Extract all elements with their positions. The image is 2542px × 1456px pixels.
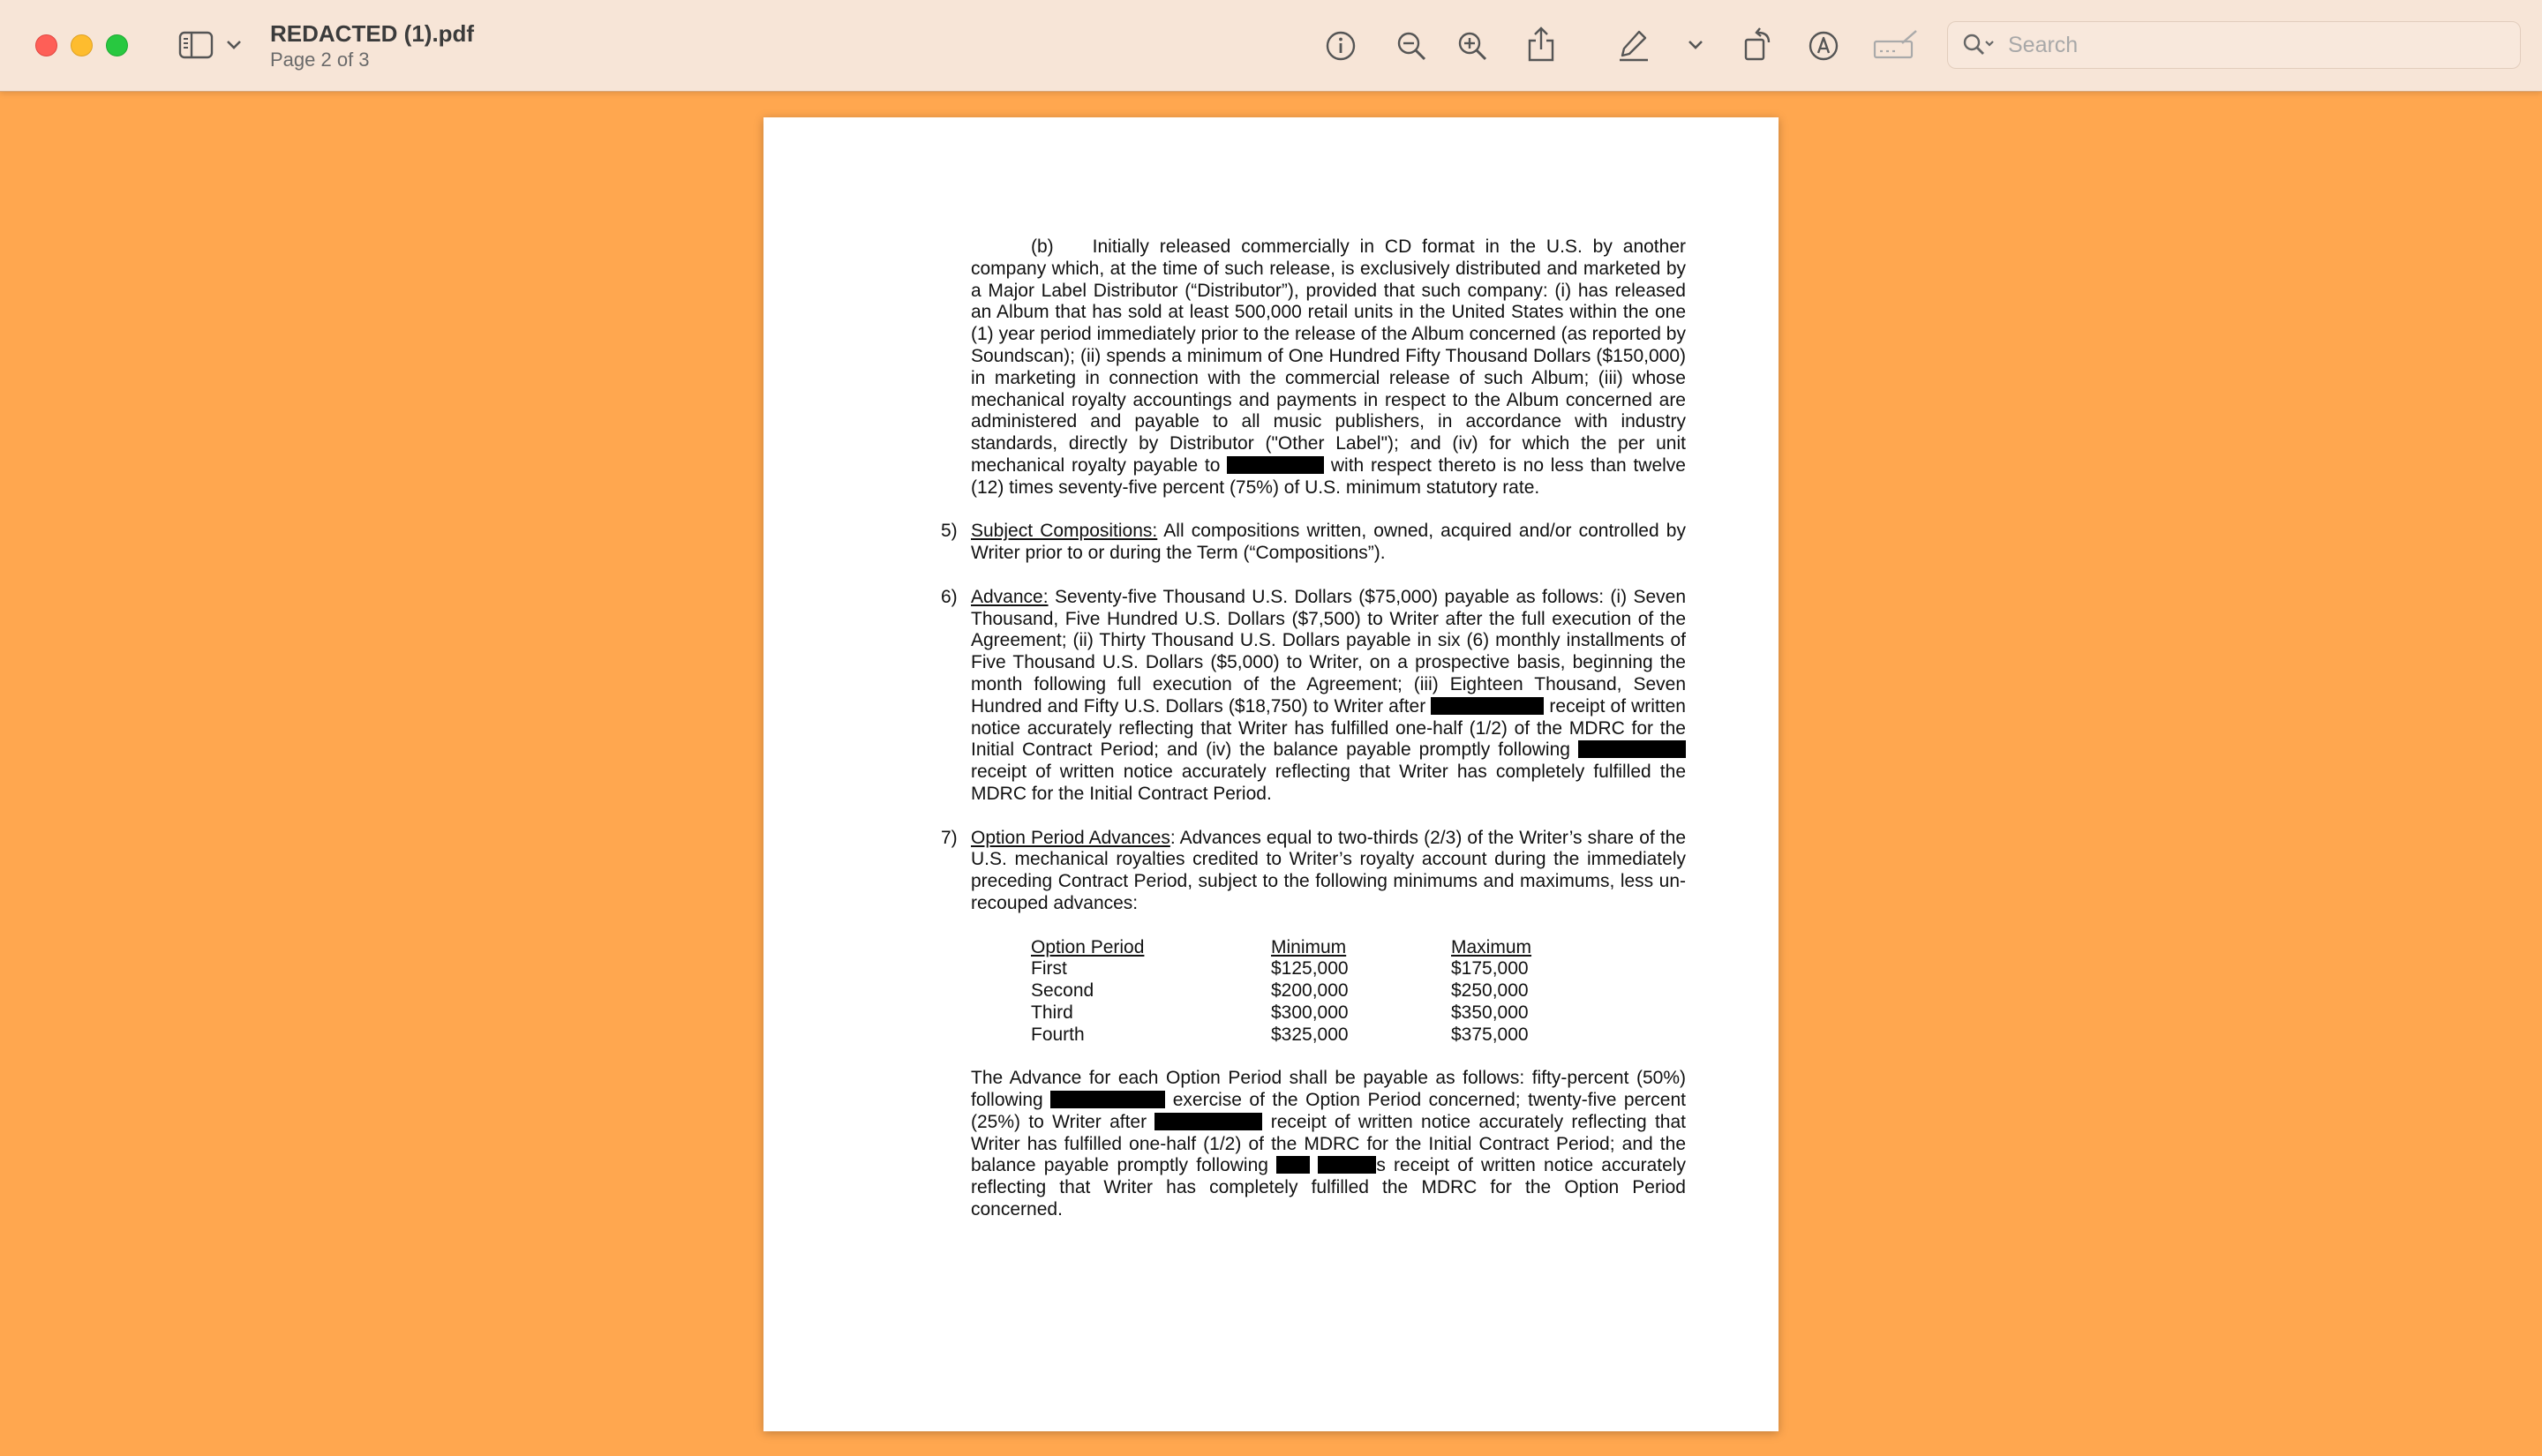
toolbar: REDACTED (1).pdf Page 2 of 3 [0, 0, 2542, 92]
highlighter-icon[interactable] [1615, 26, 1652, 64]
paragraph-b: (b) Initially released commercially in CD… [971, 236, 1686, 498]
section-6: 6) Advance: Seventy-five Thousand U.S. Do… [941, 586, 1686, 804]
redaction-box [1578, 740, 1686, 759]
sidebar-icon[interactable] [177, 28, 215, 62]
table-row: Fourth $325,000 $375,000 [1031, 1024, 1529, 1045]
section-7: 7) Option Period Advances: Advances equal… [941, 827, 1687, 913]
section-5: 5) Subject Compositions: All compositions… [941, 521, 1686, 564]
section-heading: Option Period Advances [971, 827, 1170, 848]
redaction-box [1431, 696, 1545, 715]
section-heading: Advance: [971, 586, 1049, 607]
table-row: First $125,000 $175,000 [1031, 958, 1529, 979]
markup-icon[interactable] [1806, 28, 1841, 64]
chevron-down-icon[interactable] [1686, 35, 1705, 55]
signature-icon[interactable] [1871, 26, 1921, 64]
zoom-out-icon[interactable] [1394, 28, 1429, 64]
option-period-table: Option Period Minimum Maximum First $125… [1031, 937, 1583, 1047]
search-input[interactable] [2006, 31, 2504, 59]
chevron-down-icon[interactable] [224, 35, 244, 55]
page-content: (b) Initially released commercially in CD… [941, 236, 1687, 1243]
closing-paragraph: The Advance for each Option Period shall… [971, 1068, 1686, 1220]
minimize-window-button[interactable] [71, 34, 93, 56]
info-icon[interactable] [1323, 28, 1358, 64]
table-row: Third $300,000 $350,000 [1031, 1002, 1529, 1023]
page-indicator: Page 2 of 3 [270, 49, 370, 71]
close-window-button[interactable] [35, 34, 57, 56]
search-icon [1962, 33, 1997, 57]
zoom-in-icon[interactable] [1455, 28, 1490, 64]
redaction-box [1154, 1112, 1263, 1130]
section-heading: Subject Compositions: [971, 521, 1158, 542]
table-row: Second $200,000 $250,000 [1031, 980, 1529, 1002]
redaction-box [1276, 1156, 1311, 1175]
table-header-row: Option Period Minimum Maximum [1031, 936, 1532, 957]
search-field[interactable] [1947, 21, 2521, 69]
document-title: REDACTED (1).pdf [270, 20, 475, 47]
pdf-page[interactable]: (b) Initially released commercially in CD… [763, 117, 1779, 1431]
share-icon[interactable] [1523, 25, 1559, 64]
title-block: REDACTED (1).pdf Page 2 of 3 [270, 19, 474, 72]
rotate-icon[interactable] [1741, 26, 1776, 64]
redaction-box [1050, 1091, 1166, 1109]
redaction-box [1227, 455, 1325, 474]
redaction-box [1318, 1156, 1377, 1175]
zoom-window-button[interactable] [106, 34, 128, 56]
